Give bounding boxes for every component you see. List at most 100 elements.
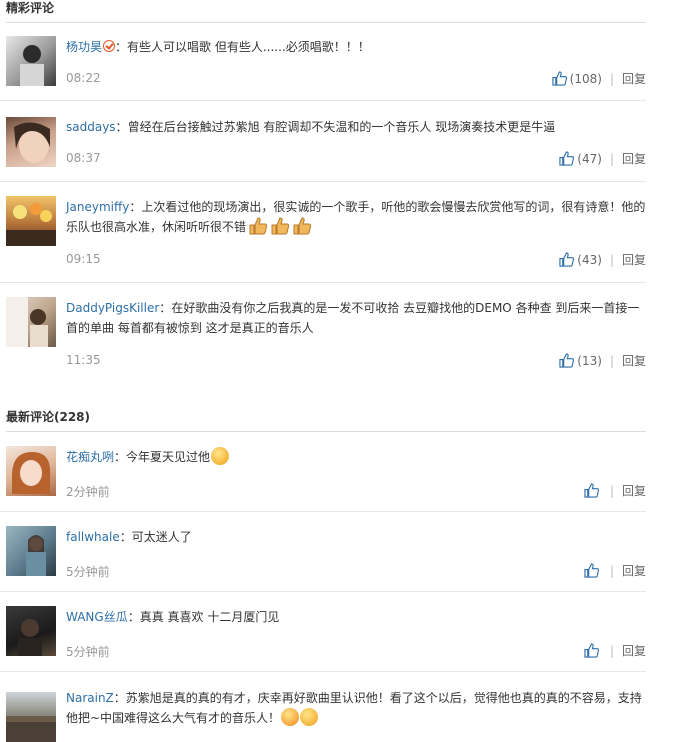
- thumbs-up-icon: [584, 643, 599, 658]
- comment-username[interactable]: saddays: [66, 120, 116, 134]
- like-count: (43): [577, 252, 602, 267]
- comment-item: Janeymiffy：上次看过他的现场演出，很实诚的一个歌手，听他的歌会慢慢去欣…: [0, 182, 646, 283]
- user-avatar[interactable]: [6, 526, 56, 576]
- reply-button[interactable]: 回复: [622, 562, 646, 579]
- kiss-emoji-icon: [281, 708, 300, 726]
- hot-comments-title: 精彩评论: [6, 0, 646, 23]
- comment-body: NarainZ：苏紫旭是真的真的有才，庆幸再好歌曲里认识他！看了这个以后，觉得他…: [66, 688, 646, 728]
- thumbs-up-emoji-icon: [249, 217, 268, 235]
- comment-text: 今年夏天见过他: [126, 450, 211, 464]
- reply-button[interactable]: 回复: [622, 150, 646, 167]
- like-button[interactable]: (108): [552, 71, 602, 86]
- reply-button[interactable]: 回复: [622, 251, 646, 268]
- colon: ：: [127, 610, 140, 624]
- latest-comments-title: 最新评论(228): [6, 409, 646, 432]
- comments-page: 精彩评论 杨功昊 ：有些人可以唱歌 但有些人......必须唱歌！！！ 08:22…: [0, 0, 675, 742]
- action-separator: |: [609, 151, 614, 166]
- thumbs-up-icon: [584, 483, 599, 498]
- action-separator: |: [609, 483, 614, 498]
- colon: ：: [115, 120, 128, 134]
- comment-actions: (13) | 回复: [559, 352, 646, 369]
- reply-button[interactable]: 回复: [622, 352, 646, 369]
- colon: ：: [129, 200, 142, 214]
- comment-time: 08:22: [66, 71, 101, 85]
- reply-button[interactable]: 回复: [622, 482, 646, 499]
- colon: ：: [113, 691, 126, 705]
- comment-item: fallwhale：可太迷人了 5分钟前 | 回复: [0, 512, 646, 592]
- like-button[interactable]: [584, 563, 602, 578]
- avatar-image: [26, 535, 46, 576]
- user-avatar[interactable]: [6, 692, 56, 742]
- user-avatar[interactable]: [6, 196, 56, 246]
- colon: ：: [114, 450, 127, 464]
- comment-actions: | 回复: [584, 562, 646, 579]
- avatar-image: [12, 452, 51, 494]
- action-separator: |: [609, 643, 614, 658]
- like-button[interactable]: [584, 643, 602, 658]
- comment-username[interactable]: 杨功昊: [66, 40, 102, 54]
- comment-text: 上次看过他的现场演出，很实诚的一个歌手，听他的歌会慢慢去欣赏他写的词，很有诗意！…: [66, 200, 646, 234]
- thumbs-up-icon: [559, 252, 575, 267]
- avatar-image: [20, 45, 44, 86]
- comment-username[interactable]: Janeymiffy: [66, 200, 129, 214]
- user-avatar[interactable]: [6, 117, 56, 167]
- like-button[interactable]: (43): [559, 252, 602, 267]
- thumbs-up-emoji-icon: [293, 217, 312, 235]
- avatar-image: [6, 716, 56, 742]
- verified-badge-icon: [103, 40, 116, 52]
- comment-time: 11:35: [66, 353, 101, 367]
- reply-button[interactable]: 回复: [622, 70, 646, 87]
- comment-item: NarainZ：苏紫旭是真的真的有才，庆幸再好歌曲里认识他！看了这个以后，觉得他…: [0, 672, 646, 742]
- comment-text: 真真 真喜欢 十二月厦门见: [139, 610, 280, 624]
- comment-time: 2分钟前: [66, 485, 110, 499]
- avatar-image: [6, 203, 56, 246]
- comment-time: 5分钟前: [66, 645, 110, 659]
- thumbs-up-icon: [559, 151, 575, 166]
- comment-text: 可太迷人了: [131, 530, 192, 544]
- comment-username[interactable]: NarainZ: [66, 691, 114, 705]
- comment-text: 苏紫旭是真的真的有才，庆幸再好歌曲里认识他！看了这个以后，觉得他也真的真的不容易…: [66, 691, 642, 725]
- like-count: (108): [569, 71, 602, 86]
- comment-body: DaddyPigsKiller：在好歌曲没有你之后我真的是一发不可收拾 去豆瓣找…: [66, 298, 646, 338]
- comment-text: 曾经在后台接触过苏紫旭 有腔调却不失温和的一个音乐人 现场演奏技术更是牛逼: [127, 120, 556, 134]
- thumbs-up-icon: [552, 71, 567, 86]
- comment-username[interactable]: 花痴丸咧: [66, 450, 114, 464]
- comment-item: saddays：曾经在后台接触过苏紫旭 有腔调却不失温和的一个音乐人 现场演奏技…: [0, 101, 646, 182]
- smile-emoji-icon: [211, 447, 230, 465]
- action-separator: |: [609, 252, 614, 267]
- comment-username[interactable]: DaddyPigsKiller: [66, 301, 159, 315]
- comment-actions: (108) | 回复: [552, 70, 646, 87]
- comment-body: 杨功昊 ：有些人可以唱歌 但有些人......必须唱歌！！！: [66, 37, 646, 57]
- comment-item: WANG丝瓜：真真 真喜欢 十二月厦门见 5分钟前 | 回复: [0, 592, 646, 672]
- user-avatar[interactable]: [6, 606, 56, 656]
- action-separator: |: [609, 563, 614, 578]
- comment-item: 花痴丸咧：今年夏天见过他 2分钟前 | 回复: [0, 432, 646, 512]
- comment-time: 5分钟前: [66, 565, 110, 579]
- comment-time: 09:15: [66, 252, 101, 266]
- comment-body: 花痴丸咧：今年夏天见过他: [66, 447, 646, 467]
- comment-actions: (47) | 回复: [559, 150, 646, 167]
- avatar-image: [18, 619, 42, 656]
- comment-body: fallwhale：可太迷人了: [66, 527, 646, 547]
- comment-item: DaddyPigsKiller：在好歌曲没有你之后我真的是一发不可收拾 去豆瓣找…: [0, 283, 646, 383]
- comment-text: 有些人可以唱歌 但有些人......必须唱歌！！！: [127, 40, 370, 54]
- user-avatar[interactable]: [6, 446, 56, 496]
- comment-body: WANG丝瓜：真真 真喜欢 十二月厦门见: [66, 607, 646, 627]
- thumbs-up-icon: [584, 563, 599, 578]
- like-button[interactable]: [584, 483, 602, 498]
- comment-username[interactable]: WANG丝瓜: [66, 610, 128, 624]
- comment-username[interactable]: fallwhale: [66, 530, 120, 544]
- comment-body: saddays：曾经在后台接触过苏紫旭 有腔调却不失温和的一个音乐人 现场演奏技…: [66, 117, 646, 137]
- comment-body: Janeymiffy：上次看过他的现场演出，很实诚的一个歌手，听他的歌会慢慢去欣…: [66, 197, 646, 237]
- like-button[interactable]: (47): [559, 151, 602, 166]
- like-button[interactable]: (13): [559, 353, 602, 368]
- avatar-image: [6, 297, 48, 347]
- like-count: (47): [577, 151, 602, 166]
- reply-button[interactable]: 回复: [622, 642, 646, 659]
- avatar-image: [14, 122, 50, 163]
- user-avatar[interactable]: [6, 297, 56, 347]
- thumbs-up-emoji-icon: [271, 217, 290, 235]
- comment-item: 杨功昊 ：有些人可以唱歌 但有些人......必须唱歌！！！ 08:22 (108…: [0, 24, 646, 101]
- action-separator: |: [609, 353, 614, 368]
- user-avatar[interactable]: [6, 36, 56, 86]
